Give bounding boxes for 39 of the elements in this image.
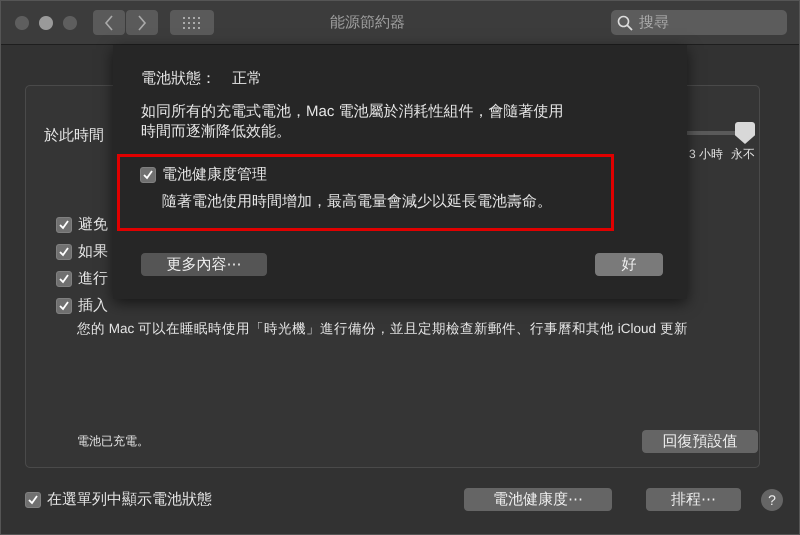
checkbox-label: 電池健康度管理 (162, 165, 267, 184)
search-icon (617, 14, 633, 30)
more-info-button[interactable]: 更多內容⋯ (141, 253, 267, 276)
checkbox-label: 進行 (78, 269, 108, 288)
slider-thumb[interactable] (735, 122, 755, 144)
tick-label: 永不 (731, 146, 755, 163)
option-description: 隨著電池使用時間增加，最高電量會減少以延長電池壽命。 (162, 192, 553, 211)
status-value: 正常 (232, 69, 262, 88)
status-label: 電池狀態： (141, 69, 216, 88)
checkbox[interactable] (56, 244, 72, 260)
description-text: 您的 Mac 可以在睡眠時使用「時光機」進行備份，並且定期檢查新郵件、行事曆和其他 iCloud 更新 (77, 320, 689, 338)
back-icon (104, 14, 114, 30)
search-input[interactable]: 搜尋 (639, 10, 781, 35)
battery-status-text: 電池已充電。 (77, 433, 149, 450)
window-title: 能源節約器 (329, 13, 406, 32)
checkbox[interactable] (140, 166, 156, 182)
forward-icon (137, 14, 147, 30)
checkbox-label: 如果 (78, 242, 108, 261)
search-field[interactable]: 搜尋 (611, 10, 787, 35)
battery-health-button[interactable]: 電池健康度⋯ (464, 488, 612, 511)
checkbox-label: 插入 (78, 296, 108, 315)
checkbox[interactable] (56, 216, 72, 232)
checkbox-label: 避免 (78, 215, 108, 234)
slider-label: 於此時間 (44, 126, 104, 145)
checkbox[interactable] (25, 492, 41, 508)
schedule-button[interactable]: 排程⋯ (646, 488, 741, 511)
show-all-button[interactable] (170, 10, 214, 35)
help-button[interactable]: ? (761, 488, 783, 510)
forward-button[interactable] (126, 10, 158, 35)
grid-icon (183, 16, 201, 28)
back-button[interactable] (93, 10, 125, 35)
tick-label: 3 小時 (688, 146, 723, 163)
minimize-button[interactable] (39, 16, 53, 30)
checkbox[interactable] (56, 298, 72, 314)
ok-button[interactable]: 好 (595, 253, 663, 276)
restore-defaults-button[interactable]: 回復預設值 (642, 430, 758, 453)
dialog-text: 如同所有的充電式電池，Mac 電池屬於消耗性組件，會隨著使用時間而逐漸降低效能。 (141, 102, 565, 142)
checkbox-label: 在選單列中顯示電池狀態 (47, 490, 212, 509)
checkbox[interactable] (56, 270, 72, 286)
